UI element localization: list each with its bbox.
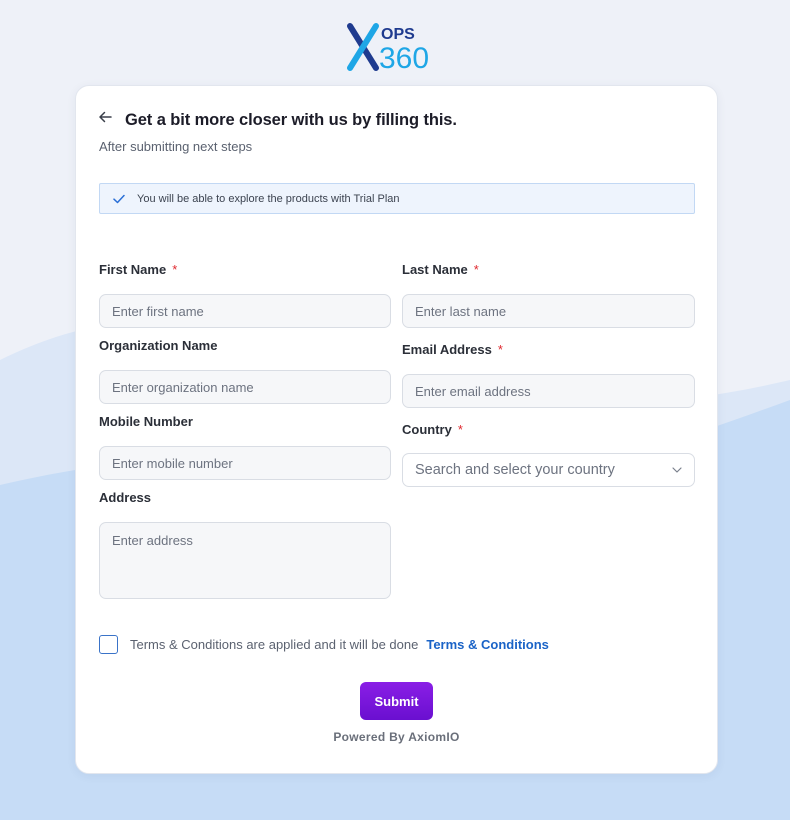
- logo-x-mark: [347, 23, 379, 71]
- required-marker: *: [172, 262, 178, 277]
- logo-ops-text: OPS: [381, 26, 415, 43]
- organization-name-label: Organization Name: [99, 338, 218, 353]
- mobile-number-label: Mobile Number: [99, 414, 193, 429]
- terms-row: Terms & Conditions are applied and it wi…: [99, 635, 549, 654]
- first-name-label-text: First Name: [99, 262, 167, 277]
- check-icon: [113, 194, 125, 203]
- signup-form-card: Get a bit more closer with us by filling…: [75, 85, 718, 774]
- last-name-label-text: Last Name: [402, 262, 468, 277]
- country-label: Country *: [402, 422, 463, 437]
- address-textarea[interactable]: [99, 522, 391, 599]
- organization-name-input[interactable]: [99, 370, 391, 404]
- chevron-down-icon: [672, 467, 682, 473]
- required-marker: *: [473, 262, 479, 277]
- terms-checkbox[interactable]: [99, 635, 118, 654]
- mobile-number-input[interactable]: [99, 446, 391, 480]
- country-select[interactable]: Search and select your country: [402, 453, 695, 487]
- country-select-placeholder: Search and select your country: [415, 462, 615, 478]
- last-name-input[interactable]: [402, 294, 695, 328]
- back-arrow-icon[interactable]: [98, 110, 112, 124]
- country-label-text: Country: [402, 422, 452, 437]
- first-name-label: First Name *: [99, 262, 177, 277]
- terms-link[interactable]: Terms & Conditions: [426, 637, 549, 652]
- info-message: You will be able to explore the products…: [137, 192, 400, 205]
- address-label: Address: [99, 490, 152, 505]
- powered-by-text: Powered By AxiomIO: [333, 730, 460, 744]
- submit-button[interactable]: Submit: [360, 682, 433, 720]
- email-address-label-text: Email Address: [402, 342, 492, 357]
- first-name-input[interactable]: [99, 294, 391, 328]
- form-subtitle: After submitting next steps: [99, 139, 253, 154]
- last-name-label: Last Name *: [402, 262, 479, 277]
- logo-360-text: 360: [379, 42, 429, 72]
- required-marker: *: [457, 422, 463, 437]
- ops360-logo: OPS 360: [347, 23, 429, 72]
- email-address-label: Email Address *: [402, 342, 503, 357]
- required-marker: *: [497, 342, 503, 357]
- email-address-input[interactable]: [402, 374, 695, 408]
- trial-plan-info-banner: You will be able to explore the products…: [99, 183, 695, 214]
- form-title: Get a bit more closer with us by filling…: [125, 111, 457, 129]
- terms-text: Terms & Conditions are applied and it wi…: [130, 637, 419, 652]
